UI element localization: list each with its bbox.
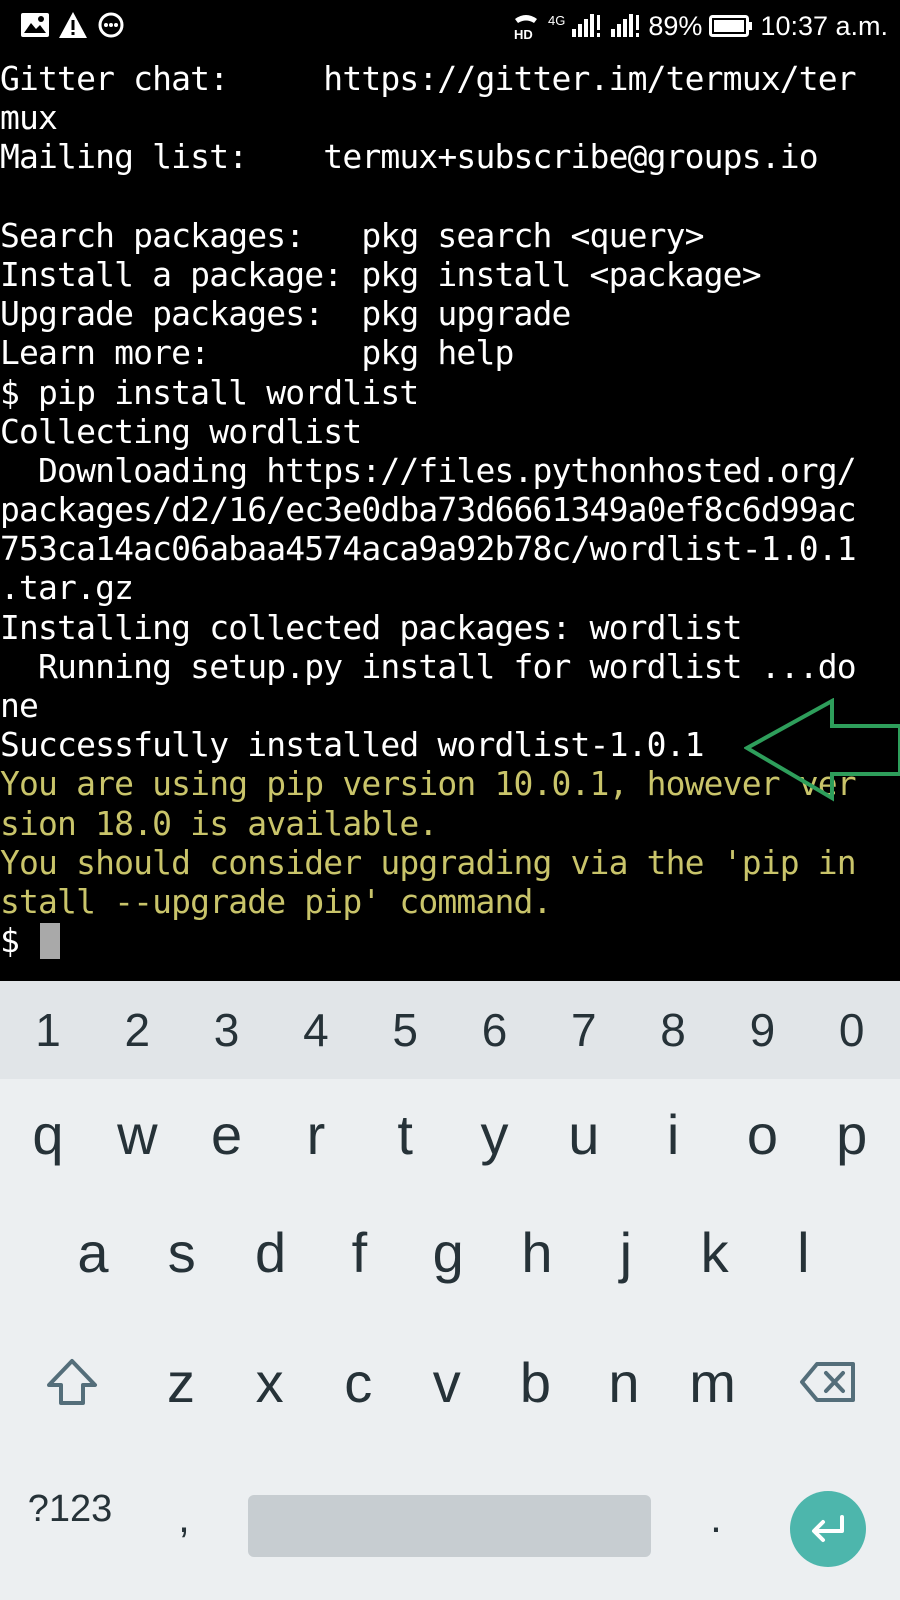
key-g[interactable]: g: [404, 1197, 492, 1307]
terminal-warning-line: stall --upgrade pip' command.: [0, 881, 552, 921]
status-bar: HD 4G 89% 10:37 a.m.: [0, 0, 900, 52]
key-i[interactable]: i: [629, 1079, 717, 1189]
key-z[interactable]: z: [137, 1327, 225, 1437]
terminal-prompt[interactable]: $: [0, 921, 900, 960]
svg-text:4G: 4G: [548, 13, 565, 28]
space-bar[interactable]: [248, 1495, 651, 1557]
key-q[interactable]: q: [4, 1079, 92, 1189]
key-u[interactable]: u: [540, 1079, 628, 1189]
terminal-line: Upgrade packages: pkg upgrade: [0, 294, 571, 334]
terminal-line: Running setup.py install for wordlist ..…: [0, 646, 857, 686]
terminal-line: Search packages: pkg search <query>: [0, 215, 705, 255]
terminal-warning-line: sion 18.0 is available.: [0, 803, 438, 843]
terminal-line: Collecting wordlist: [0, 411, 362, 451]
enter-key[interactable]: [790, 1491, 866, 1567]
key-y[interactable]: y: [451, 1079, 539, 1189]
signal-4g-icon: 4G: [548, 11, 602, 41]
key-7[interactable]: 7: [540, 981, 628, 1079]
key-3[interactable]: 3: [183, 981, 271, 1079]
key-t[interactable]: t: [361, 1079, 449, 1189]
key-n[interactable]: n: [580, 1327, 668, 1437]
key-j[interactable]: j: [582, 1197, 670, 1307]
key-2[interactable]: 2: [93, 981, 181, 1079]
shift-arrow-icon: [47, 1359, 97, 1405]
key-6[interactable]: 6: [451, 981, 539, 1079]
comma-key[interactable]: ,: [140, 1451, 228, 1567]
terminal-line: Mailing list: termux+subscribe@groups.io: [0, 137, 819, 177]
shift-key[interactable]: [28, 1327, 116, 1437]
terminal-warning-line: You should consider upgrading via the 'p…: [0, 842, 857, 882]
key-h[interactable]: h: [493, 1197, 581, 1307]
key-1[interactable]: 1: [4, 981, 92, 1079]
terminal-output[interactable]: Gitter chat: https://gitter.im/termux/te…: [0, 59, 900, 981]
text-cursor: [40, 922, 61, 959]
key-s[interactable]: s: [138, 1197, 226, 1307]
enter-arrow-icon: [812, 1515, 844, 1542]
svg-text:HD: HD: [514, 27, 533, 41]
terminal-line: Downloading https://files.pythonhosted.o…: [0, 450, 857, 490]
key-e[interactable]: e: [183, 1079, 271, 1189]
terminal-line: packages/d2/16/ec3e0dba73d6661349a0ef8c6…: [0, 490, 857, 530]
terminal-line: Installing collected packages: wordlist: [0, 607, 743, 647]
messaging-icon: [97, 11, 127, 41]
terminal-line: Install a package: pkg install <package>: [0, 254, 762, 294]
terminal-line: mux: [0, 98, 58, 138]
key-k[interactable]: k: [671, 1197, 759, 1307]
key-0[interactable]: 0: [808, 981, 896, 1079]
annotation-arrow-icon: [744, 698, 900, 802]
warning-icon: [58, 11, 88, 41]
prompt-symbol: $: [0, 921, 39, 961]
key-p[interactable]: p: [808, 1079, 896, 1189]
battery-percent: 89%: [648, 10, 703, 41]
key-a[interactable]: a: [49, 1197, 137, 1307]
key-9[interactable]: 9: [718, 981, 806, 1079]
terminal-line: $ pip install wordlist: [0, 372, 419, 412]
period-key[interactable]: .: [672, 1451, 760, 1567]
number-row: 1234567890: [0, 981, 900, 1079]
key-m[interactable]: m: [669, 1327, 757, 1437]
key-w[interactable]: w: [93, 1079, 181, 1189]
key-b[interactable]: b: [491, 1327, 579, 1437]
key-4[interactable]: 4: [272, 981, 360, 1079]
terminal-line: Learn more: pkg help: [0, 333, 514, 373]
terminal-line: .tar.gz: [0, 568, 134, 608]
battery-icon: [709, 14, 753, 38]
clock: 10:37 a.m.: [760, 10, 888, 41]
backspace-icon: [800, 1362, 855, 1402]
backspace-key[interactable]: [784, 1327, 872, 1437]
status-indicators: HD 4G 89% 10:37 a.m.: [511, 8, 888, 44]
key-r[interactable]: r: [272, 1079, 360, 1189]
phone-screen: HD 4G 89% 10:37 a.m. Gitter chat: https:…: [0, 0, 900, 1600]
key-f[interactable]: f: [315, 1197, 403, 1307]
key-c[interactable]: c: [314, 1327, 402, 1437]
key-d[interactable]: d: [227, 1197, 315, 1307]
image-icon: [20, 11, 50, 41]
key-v[interactable]: v: [403, 1327, 491, 1437]
key-8[interactable]: 8: [629, 981, 717, 1079]
key-o[interactable]: o: [718, 1079, 806, 1189]
signal-icon: [609, 11, 641, 41]
symbols-key[interactable]: ?123: [15, 1451, 125, 1567]
key-l[interactable]: l: [759, 1197, 847, 1307]
key-5[interactable]: 5: [361, 981, 449, 1079]
key-x[interactable]: x: [226, 1327, 314, 1437]
hd-voice-icon: HD: [511, 11, 541, 41]
soft-keyboard: 1234567890 qwertyuiop asdfghjkl zxcvbnm ?1…: [0, 981, 900, 1600]
terminal-line: 753ca14ac06abaa4574aca9a92b78c/wordlist-…: [0, 529, 857, 569]
terminal-line: Gitter chat: https://gitter.im/termux/te…: [0, 59, 857, 98]
